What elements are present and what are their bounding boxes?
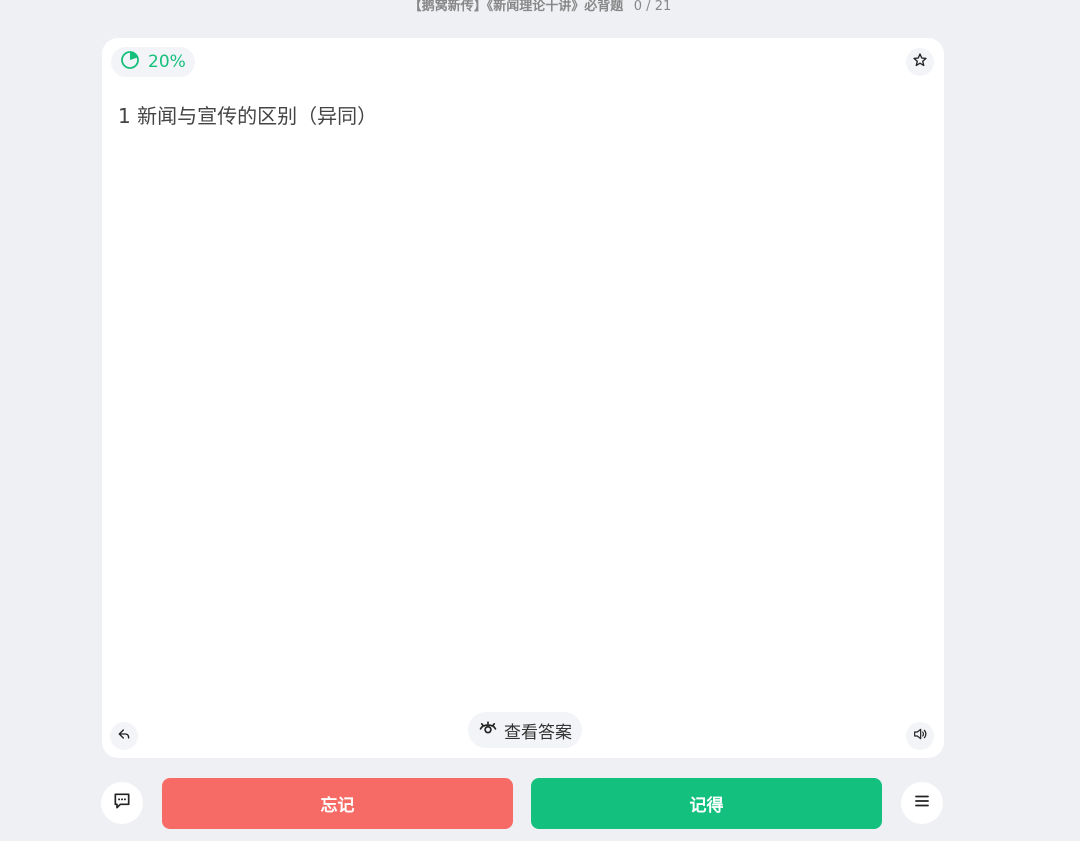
undo-icon	[116, 726, 132, 746]
comment-button[interactable]	[101, 782, 143, 824]
deck-title: 【鹅窝新传】《新闻理论十讲》必背题	[408, 0, 624, 14]
progress-badge: 20%	[111, 47, 195, 77]
card-counter: 0 / 21	[633, 0, 672, 14]
menu-button[interactable]	[901, 782, 943, 824]
question-text: 1 新闻与宣传的区别（异同）	[118, 104, 378, 128]
speaker-icon	[912, 726, 928, 746]
pronounce-button[interactable]	[906, 722, 934, 750]
forget-button[interactable]: 忘记	[162, 778, 513, 829]
flashcard: 20% 1 新闻与宣传的区别（异同） 查看答案	[102, 38, 944, 758]
show-answer-button[interactable]: 查看答案	[468, 712, 582, 748]
show-answer-label: 查看答案	[504, 722, 572, 743]
favorite-button[interactable]	[906, 48, 934, 76]
comment-icon	[112, 791, 132, 815]
eye-icon	[478, 718, 498, 743]
progress-percent: 20%	[148, 52, 186, 72]
star-icon	[912, 52, 928, 72]
remember-button[interactable]: 记得	[531, 778, 882, 829]
menu-icon	[913, 792, 931, 814]
undo-button[interactable]	[110, 722, 138, 750]
pie-progress-icon	[120, 50, 140, 74]
deck-title-bar: 【鹅窝新传】《新闻理论十讲》必背题 0 / 21	[0, 0, 1080, 18]
